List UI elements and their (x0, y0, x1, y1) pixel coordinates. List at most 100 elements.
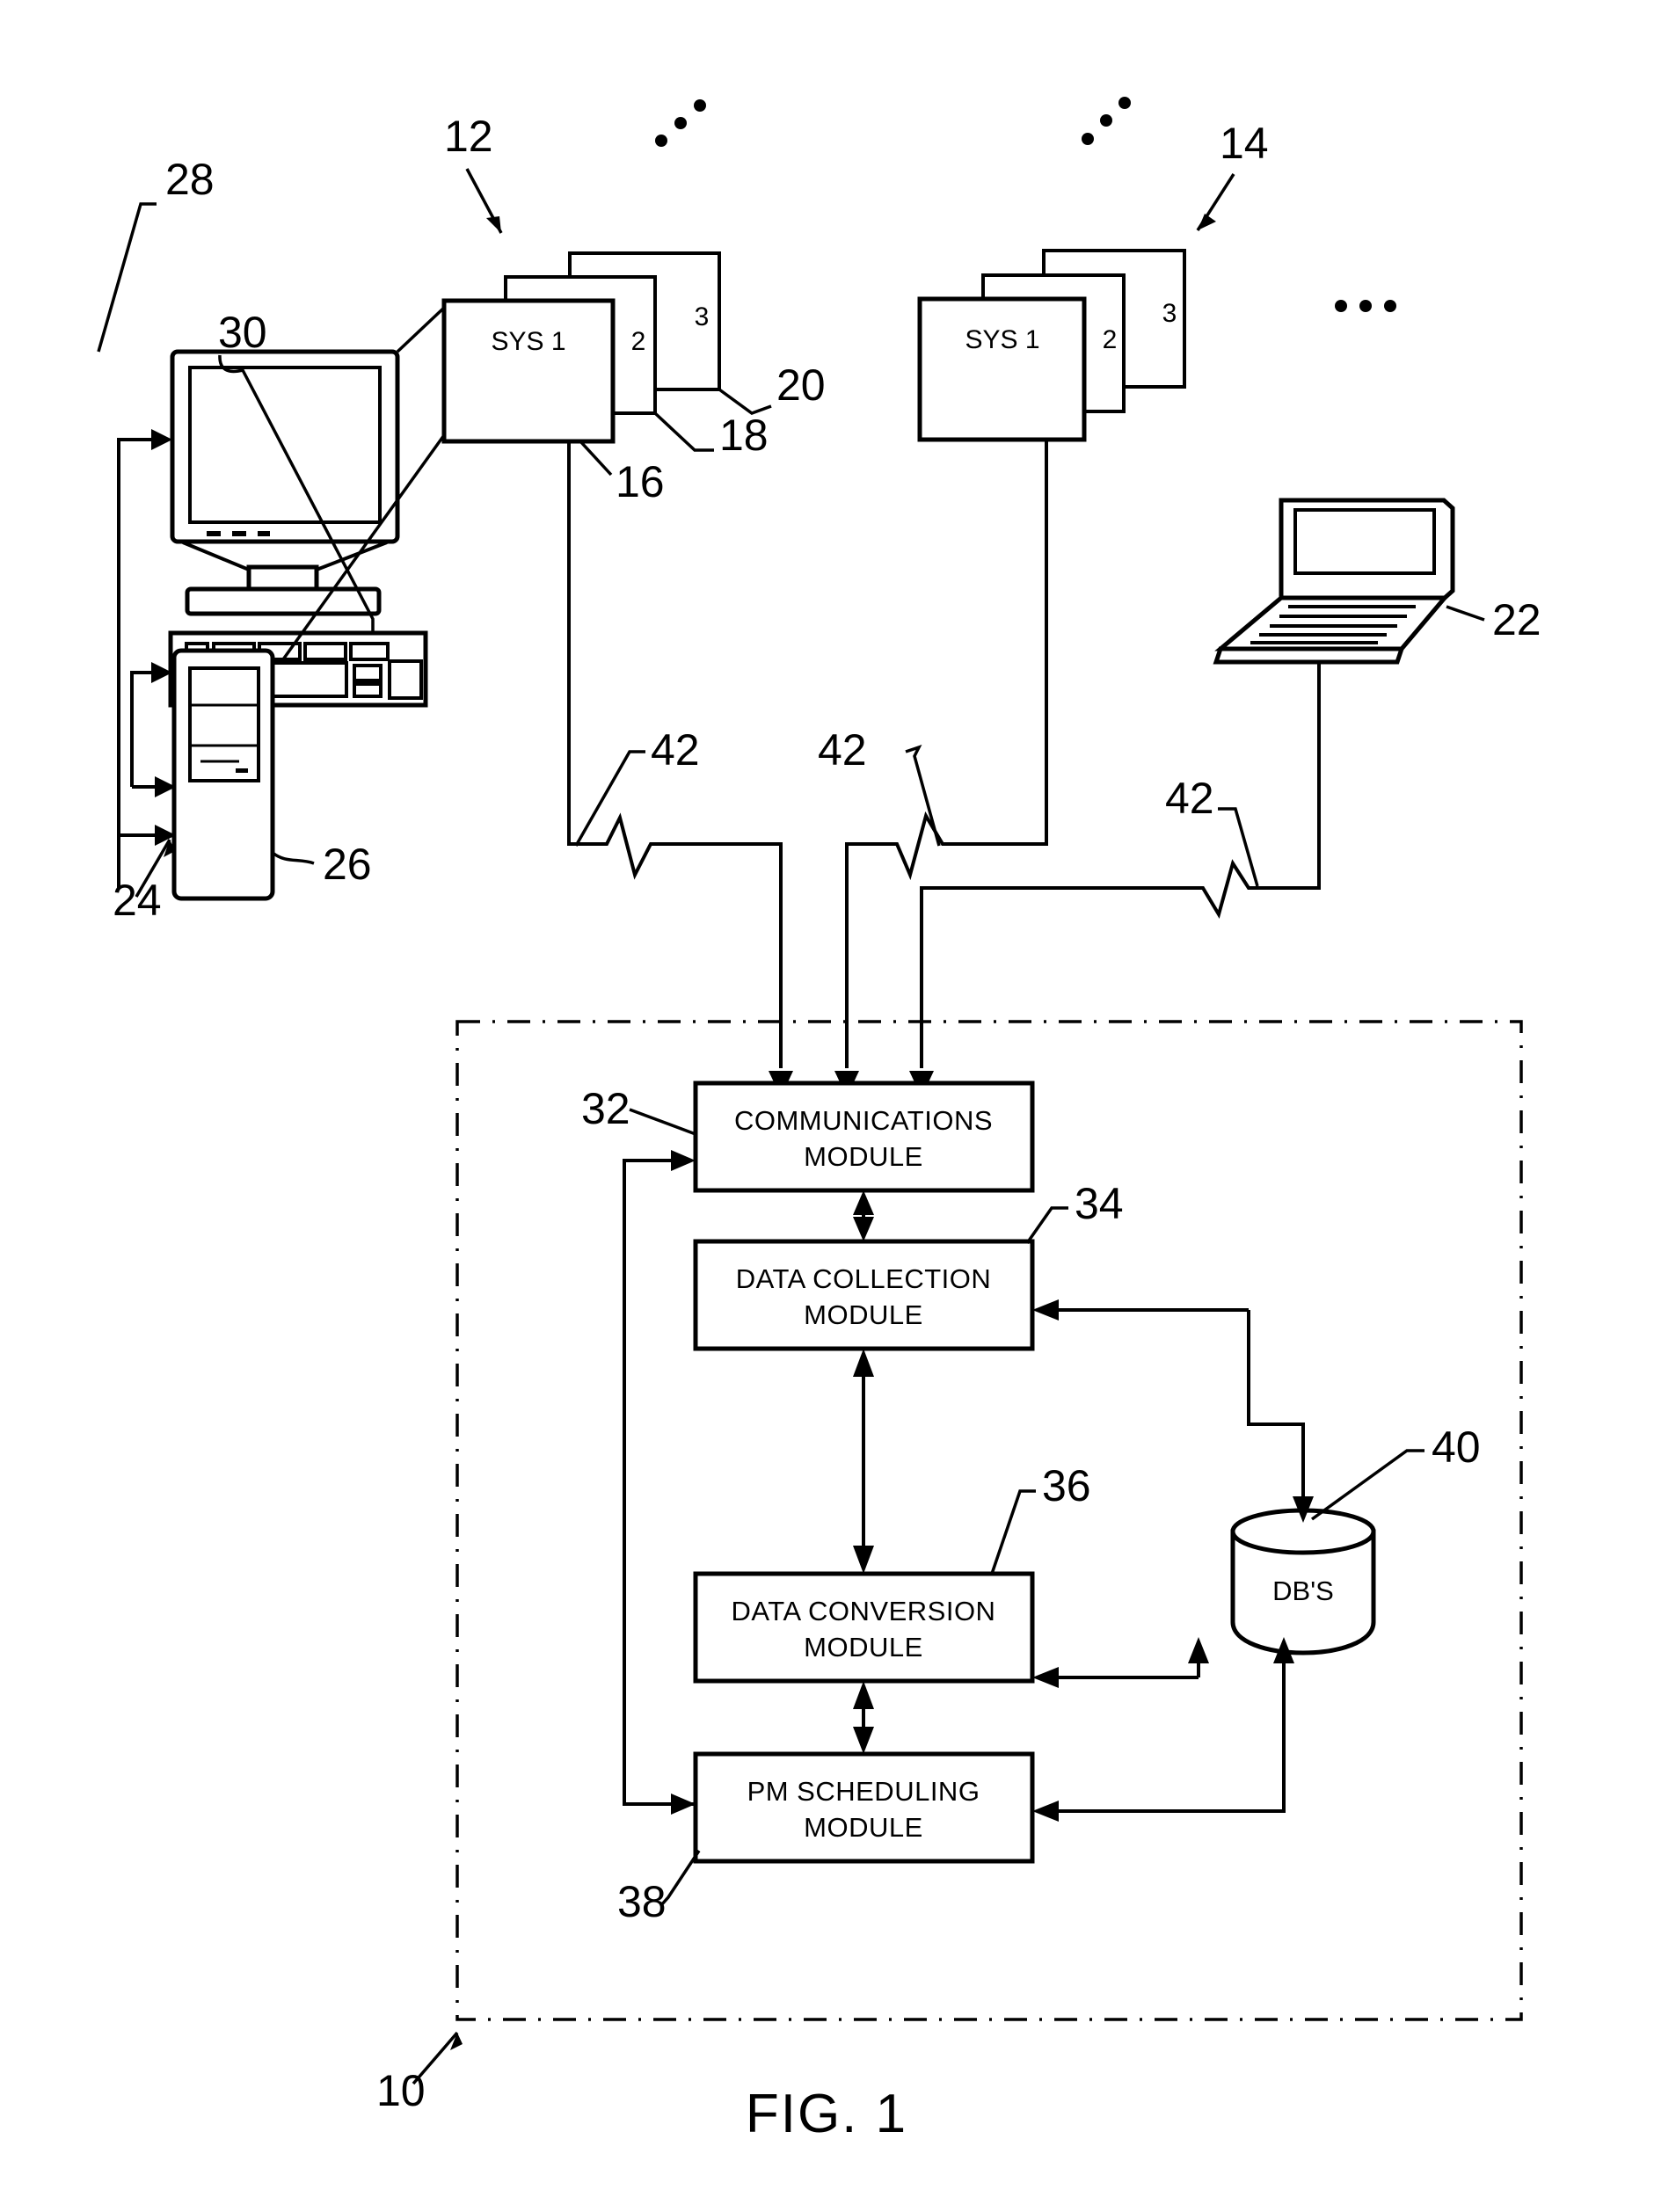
monitor-neck (246, 564, 319, 593)
ref-42-left: 42 (651, 725, 700, 775)
pm-scheduling-module: PM SCHEDULING MODULE (693, 1751, 1035, 1864)
laptop-front-edge (1213, 646, 1405, 665)
keyboard-numpad (388, 659, 423, 700)
leader-28 (97, 202, 157, 353)
ref-22: 22 (1492, 595, 1541, 644)
ref-26: 26 (323, 840, 372, 889)
arrow-down-conversion (853, 1546, 874, 1574)
data-collection-module-line1: DATA COLLECTION (736, 1263, 992, 1294)
conversion-to-db-arrow (1188, 1637, 1209, 1663)
db-to-pm-link (1032, 1637, 1294, 1822)
ref-30: 30 (218, 308, 267, 357)
ref-42-middle: 42 (818, 725, 867, 775)
ref-18: 18 (719, 411, 769, 460)
sys-box-2-right-label: 2 (1103, 325, 1118, 354)
ref-40: 40 (1432, 1423, 1481, 1472)
pm-to-comm-feedback (623, 1150, 696, 1815)
leader-40 (1310, 1449, 1424, 1521)
communications-module-line2: MODULE (804, 1141, 923, 1172)
ref-34: 34 (1075, 1179, 1124, 1228)
laptop-screen (1293, 508, 1436, 575)
leader-36 (990, 1489, 1036, 1575)
communications-module: COMMUNICATIONS MODULE (693, 1081, 1035, 1193)
ref-16: 16 (616, 457, 665, 506)
figure-canvas: SYS 1 2 3 16 18 20 12 SYS 1 2 3 14 28 30… (97, 97, 1541, 2144)
data-collection-module: DATA COLLECTION MODULE (693, 1239, 1035, 1351)
leader-42-right (1218, 807, 1259, 887)
ref-20: 20 (776, 360, 826, 410)
ref-12: 12 (444, 112, 493, 161)
arrow-down-collection (853, 1217, 874, 1241)
network-link-3 (909, 662, 1321, 1097)
data-conversion-module-line1: DATA CONVERSION (732, 1596, 996, 1626)
system-group-right: SYS 1 2 3 (917, 97, 1186, 442)
monitor-screen (188, 366, 382, 524)
pm-scheduling-module-line2: MODULE (804, 1812, 923, 1843)
keyboard-arrow-block-1 (353, 664, 383, 682)
bus-to-keyboard-v (130, 671, 157, 787)
keyboard-arrow-block-2 (353, 682, 383, 698)
bus-to-monitor (117, 438, 157, 888)
data-collection-module-box (693, 1239, 1035, 1351)
leader-34 (1025, 1206, 1068, 1245)
figure-caption: FIG. 1 (746, 2084, 907, 2144)
arrow-down-pm (853, 1727, 874, 1754)
comm-to-collection-link (853, 1190, 874, 1241)
leader-32 (629, 1108, 696, 1136)
db-to-pm-path (1055, 1651, 1286, 1813)
leader-14-arrowhead (1198, 214, 1216, 230)
leader-42-left (574, 750, 645, 847)
ref-28: 28 (165, 155, 215, 204)
db-to-conversion-arrow (1032, 1667, 1059, 1688)
feedback-arrow-pm (671, 1794, 696, 1815)
system-group-right-ellipsis-dots (1082, 97, 1131, 145)
collection-to-conversion-link (853, 1349, 874, 1574)
conversion-to-pm-link (853, 1681, 874, 1754)
more-systems-ellipsis (1335, 300, 1396, 312)
sys-box-1 (441, 298, 616, 444)
arrow-up-comm (853, 1190, 874, 1215)
feedback-arrow-comm (671, 1150, 696, 1171)
tower (171, 648, 275, 901)
leader-22 (1446, 605, 1485, 622)
leader-10 (412, 2031, 459, 2085)
ref-38: 38 (617, 1877, 667, 1926)
leader-18 (653, 411, 714, 452)
patent-figure-page: SYS 1 2 3 16 18 20 12 SYS 1 2 3 14 28 30… (0, 0, 1654, 2212)
leader-26 (271, 851, 315, 865)
bus-arrow-monitor (151, 429, 172, 450)
sys-box-1-label: SYS 1 (491, 327, 565, 356)
leader-38 (659, 1850, 701, 1907)
db-to-collection-arrow (1032, 1299, 1059, 1321)
leader-20 (718, 388, 772, 415)
leader-10-arrowhead (450, 2033, 463, 2050)
leader-12-arrowhead (486, 216, 501, 233)
sys-box-2-label: 2 (631, 327, 646, 356)
arrow-up-conversion (853, 1681, 874, 1709)
ref-42-right: 42 (1165, 774, 1214, 823)
link-2-path (845, 440, 1048, 1068)
ref-14: 14 (1220, 119, 1269, 168)
ref-10: 10 (376, 2066, 426, 2115)
pm-scheduling-module-line1: PM SCHEDULING (747, 1776, 980, 1807)
sys-box-1-right (917, 296, 1087, 442)
link-3-path (920, 662, 1321, 1068)
data-collection-module-line2: MODULE (804, 1299, 923, 1330)
ref-36: 36 (1042, 1461, 1091, 1510)
leader-16 (579, 440, 613, 477)
keyboard-key-group-4 (349, 642, 390, 661)
db-to-pm-arrow (1032, 1801, 1059, 1822)
laptop (1213, 498, 1455, 665)
database-cylinder: DB'S (1230, 1508, 1376, 1655)
data-conversion-module-box (693, 1571, 1035, 1684)
tower-drive-bays (188, 666, 260, 782)
arrow-up-collection (853, 1349, 874, 1377)
monitor (170, 349, 400, 616)
system-group-left-ellipsis-dots (655, 99, 706, 147)
pm-scheduling-module-box (693, 1751, 1035, 1864)
monitor-to-sys-link (396, 306, 446, 353)
monitor-base (185, 586, 382, 616)
sys-box-3-label: 3 (695, 302, 710, 331)
database-label: DB'S (1272, 1575, 1334, 1606)
data-conversion-module: DATA CONVERSION MODULE (693, 1571, 1035, 1684)
